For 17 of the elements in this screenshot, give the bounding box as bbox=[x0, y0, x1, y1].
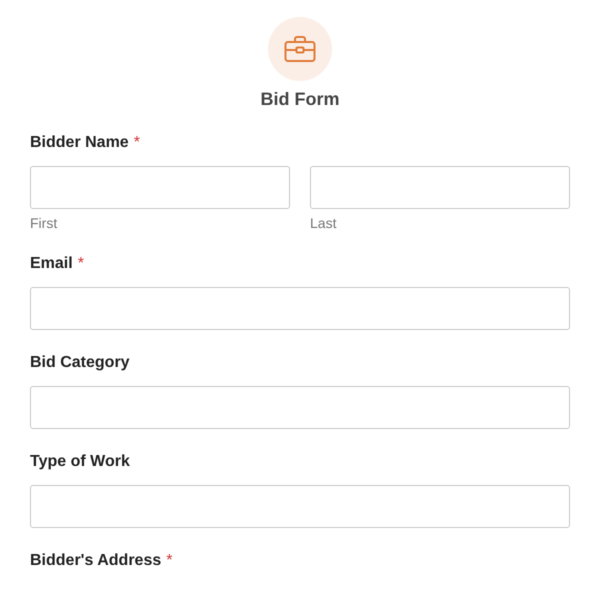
input-field[interactable] bbox=[30, 166, 290, 209]
field-label: Bidder Name bbox=[30, 134, 129, 152]
field-label: Type of Work bbox=[30, 453, 130, 471]
input-field[interactable] bbox=[30, 287, 570, 330]
required-marker: * bbox=[134, 134, 140, 152]
input-field[interactable] bbox=[30, 485, 570, 528]
field-label: Bidder's Address bbox=[30, 552, 162, 570]
form-title: Bid Form bbox=[260, 89, 340, 110]
briefcase-icon bbox=[284, 35, 316, 63]
sublabel: Last bbox=[310, 215, 338, 231]
required-marker: * bbox=[78, 255, 84, 273]
field-label: Email bbox=[30, 255, 73, 273]
required-marker: * bbox=[166, 552, 172, 570]
field-label: Bid Category bbox=[30, 354, 130, 372]
input-field[interactable] bbox=[310, 166, 570, 209]
input-field[interactable] bbox=[30, 386, 570, 429]
sublabel: First bbox=[30, 215, 58, 231]
